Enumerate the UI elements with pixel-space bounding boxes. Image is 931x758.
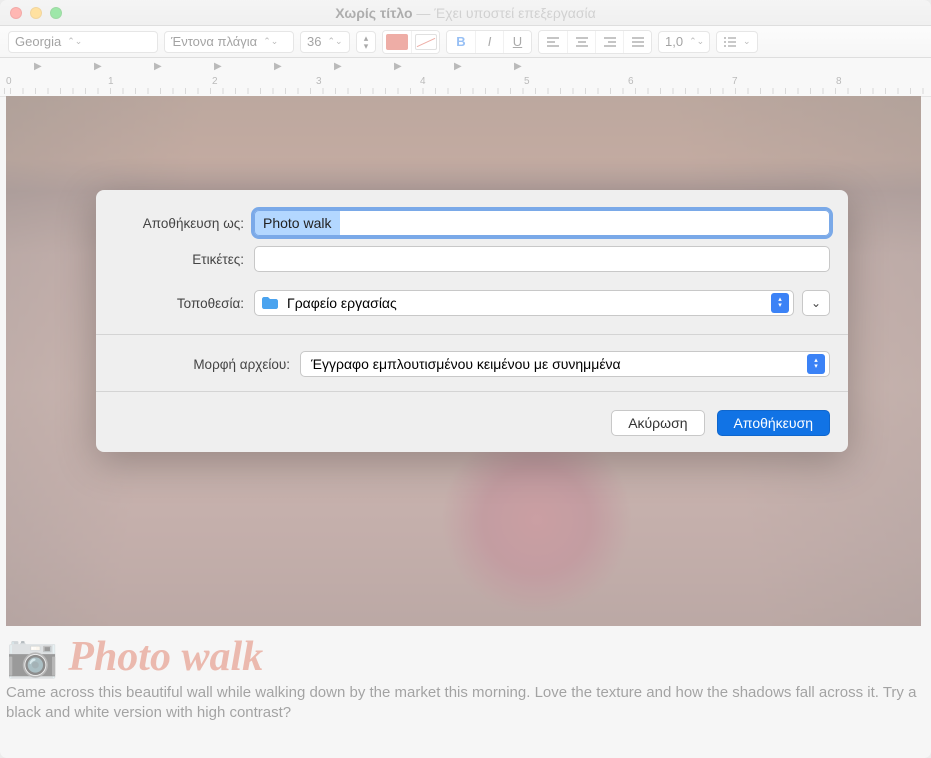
file-format-label: Μορφή αρχείου: (114, 357, 300, 372)
expand-sheet-button[interactable]: ⌄ (802, 290, 830, 316)
tags-label: Ετικέτες: (114, 252, 254, 267)
save-as-input[interactable] (254, 210, 830, 236)
chevron-down-icon: ⌄ (811, 296, 821, 310)
textedit-window: Χωρίς τίτλο — Έχει υποστεί επεξεργασία G… (0, 0, 931, 758)
save-as-label: Αποθήκευση ως: (114, 216, 254, 231)
divider (96, 334, 848, 335)
select-arrows-icon (771, 293, 789, 313)
divider (96, 391, 848, 392)
cancel-button[interactable]: Ακύρωση (611, 410, 704, 436)
tags-input[interactable] (254, 246, 830, 272)
folder-icon (261, 296, 279, 310)
where-label: Τοποθεσία: (114, 296, 254, 311)
where-value: Γραφείο εργασίας (287, 295, 397, 311)
save-sheet: Αποθήκευση ως: Ετικέτες: Τοποθεσία: Γραφ… (96, 190, 848, 452)
cancel-button-label: Ακύρωση (628, 415, 687, 431)
file-format-select[interactable]: Έγγραφο εμπλουτισμένου κειμένου με συνημ… (300, 351, 830, 377)
save-button[interactable]: Αποθήκευση (717, 410, 830, 436)
file-format-value: Έγγραφο εμπλουτισμένου κειμένου με συνημ… (311, 356, 621, 372)
select-arrows-icon (807, 354, 825, 374)
save-button-label: Αποθήκευση (734, 415, 813, 431)
where-select[interactable]: Γραφείο εργασίας (254, 290, 794, 316)
